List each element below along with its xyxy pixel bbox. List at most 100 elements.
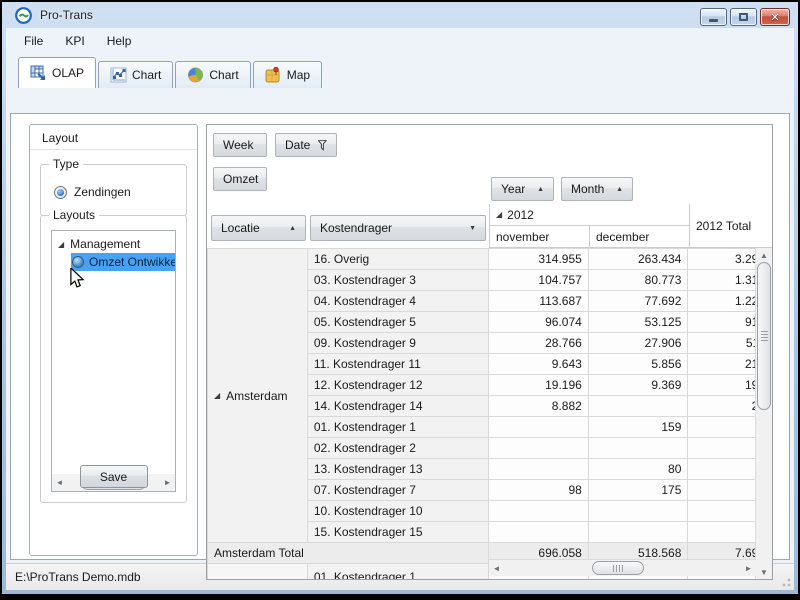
december-value-cell[interactable]: 175 [588, 480, 688, 501]
november-value-cell[interactable]: 19.196 [489, 375, 589, 396]
november-value-cell[interactable]: 8.882 [489, 396, 589, 417]
november-value-cell[interactable]: 9.643 [489, 354, 589, 375]
scrollbar-thumb[interactable] [757, 262, 771, 410]
layout-panel-header[interactable]: Layout [30, 125, 197, 150]
save-button[interactable]: Save [80, 465, 148, 488]
tab-olap[interactable]: OLAP [18, 57, 96, 88]
resize-grip[interactable] [779, 575, 791, 587]
field-year-button[interactable]: Year ▲ [491, 177, 554, 201]
kostendrager-cell[interactable]: 07. Kostendrager 7 [307, 480, 488, 501]
layout-radio-icon[interactable] [72, 256, 84, 268]
tree-node-label[interactable]: Management [70, 237, 140, 251]
scroll-left-arrow-icon[interactable]: ◄ [52, 478, 67, 487]
mouse-cursor [68, 268, 86, 290]
close-button[interactable]: ✕ [760, 8, 790, 26]
sort-asc-icon: ▲ [537, 186, 544, 193]
type-group-label: Type [49, 157, 83, 171]
menu-help[interactable]: Help [97, 31, 142, 51]
year-total-header[interactable]: 2012 Total [689, 204, 773, 248]
december-value-cell[interactable]: 159 [588, 417, 688, 438]
menu-file[interactable]: File [14, 31, 53, 51]
field-kostendrager-button[interactable]: Kostendrager ▼ [310, 215, 486, 241]
month-header-november[interactable]: november [489, 226, 589, 248]
kostendrager-cell[interactable]: 13. Kostendrager 13 [307, 459, 488, 480]
field-label: Date [285, 138, 310, 152]
december-value-cell[interactable]: 27.906 [588, 333, 688, 354]
field-month-button[interactable]: Month ▲ [561, 177, 633, 201]
month-header-december[interactable]: december [589, 226, 689, 248]
kostendrager-cell[interactable]: 01. Kostendrager 1 [307, 417, 488, 438]
kostendrager-cell[interactable]: 10. Kostendrager 10 [307, 501, 488, 522]
tab-chart-line[interactable]: Chart [98, 61, 173, 88]
expand-triangle-icon[interactable]: ◢ [58, 240, 64, 249]
maximize-button[interactable] [730, 8, 757, 26]
menu-kpi[interactable]: KPI [55, 31, 94, 51]
kostendrager-cell[interactable]: 05. Kostendrager 5 [307, 312, 488, 333]
field-week-button[interactable]: Week [213, 133, 267, 157]
tab-strip: OLAP Chart [6, 54, 794, 87]
tab-map[interactable]: Map [253, 61, 322, 88]
field-omzet-button[interactable]: Omzet [213, 167, 267, 191]
kostendrager-cell[interactable]: 11. Kostendrager 11 [307, 354, 488, 375]
scroll-right-arrow-icon[interactable]: ► [741, 564, 756, 573]
kostendrager-cell[interactable]: 16. Overig [307, 249, 488, 270]
kostendrager-cell[interactable]: 03. Kostendrager 3 [307, 270, 488, 291]
december-value-cell[interactable] [588, 522, 688, 543]
year-group-header[interactable]: ◢ 2012 [489, 204, 689, 226]
total-row-label: Amsterdam Total [208, 543, 489, 564]
minimize-button[interactable] [700, 8, 727, 26]
december-value-cell[interactable]: 5.856 [588, 354, 688, 375]
month-label: december [596, 230, 649, 244]
tree-node-label[interactable]: Omzet Ontwikkel [89, 255, 175, 269]
expand-triangle-icon[interactable]: ◢ [496, 210, 502, 219]
minimize-icon [709, 19, 718, 22]
december-value-cell[interactable]: 53.125 [588, 312, 688, 333]
title-bar[interactable]: Pro-Trans ✕ [2, 2, 798, 28]
december-value-cell[interactable] [588, 396, 688, 417]
december-value-cell[interactable]: 80.773 [588, 270, 688, 291]
scroll-right-arrow-icon[interactable]: ► [160, 478, 175, 487]
december-value-cell[interactable] [588, 501, 688, 522]
kostendrager-cell[interactable]: 12. Kostendrager 12 [307, 375, 488, 396]
kostendrager-cell[interactable]: 09. Kostendrager 9 [307, 333, 488, 354]
zendingen-radio-label[interactable]: Zendingen [74, 185, 131, 199]
grid-horizontal-scrollbar[interactable]: ◄ ► [489, 559, 756, 576]
december-value-cell[interactable]: 9.369 [588, 375, 688, 396]
kostendrager-cell[interactable]: 02. Kostendrager 2 [307, 438, 488, 459]
november-value-cell[interactable]: 28.766 [489, 333, 589, 354]
november-value-cell[interactable] [489, 501, 589, 522]
november-value-cell[interactable] [489, 438, 589, 459]
field-locatie-button[interactable]: Locatie ▲ [211, 215, 306, 241]
month-label: november [496, 230, 549, 244]
status-text: E:\ProTrans Demo.mdb [15, 570, 141, 584]
pivot-grid: Week Date Omzet Year ▲ [206, 124, 773, 580]
december-value-cell[interactable]: 80 [588, 459, 688, 480]
kostendrager-cell[interactable]: 14. Kostendrager 14 [307, 396, 488, 417]
november-value-cell[interactable] [489, 459, 589, 480]
november-value-cell[interactable]: 96.074 [489, 312, 589, 333]
field-date-button[interactable]: Date [275, 133, 337, 157]
december-value-cell[interactable] [588, 438, 688, 459]
december-value-cell[interactable]: 77.692 [588, 291, 688, 312]
tree-node-management[interactable]: ◢ Management [52, 235, 175, 253]
scroll-down-arrow-icon[interactable]: ▼ [756, 568, 772, 577]
scroll-left-arrow-icon[interactable]: ◄ [489, 564, 504, 573]
tab-chart-pie[interactable]: Chart [175, 61, 250, 88]
kostendrager-cell[interactable]: 04. Kostendrager 4 [307, 291, 488, 312]
november-value-cell[interactable]: 113.687 [489, 291, 589, 312]
expand-triangle-icon[interactable]: ◢ [214, 391, 220, 400]
december-value-cell[interactable]: 263.434 [588, 249, 688, 270]
radio-button-icon[interactable] [54, 186, 67, 199]
november-value-cell[interactable] [489, 522, 589, 543]
november-value-cell[interactable]: 314.955 [489, 249, 589, 270]
november-value-cell[interactable] [489, 417, 589, 438]
november-value-cell[interactable]: 98 [489, 480, 589, 501]
row-group-amsterdam[interactable]: ◢ Amsterdam [208, 249, 308, 543]
row-group-label: Amsterdam [226, 389, 287, 403]
grid-vertical-scrollbar[interactable]: ▲ ▼ [755, 248, 772, 580]
kostendrager-cell[interactable]: 15. Kostendrager 15 [307, 522, 488, 543]
november-value-cell[interactable]: 104.757 [489, 270, 589, 291]
filter-funnel-icon[interactable] [318, 140, 327, 151]
scrollbar-thumb[interactable] [592, 561, 644, 575]
scroll-up-arrow-icon[interactable]: ▲ [756, 251, 772, 260]
